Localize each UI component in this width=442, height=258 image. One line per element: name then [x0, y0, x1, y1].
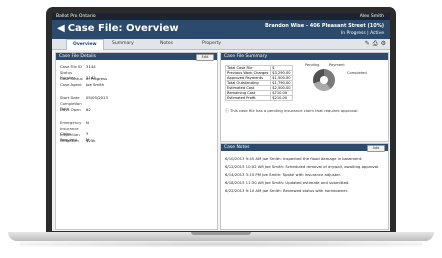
- edit-icon[interactable]: ✎: [365, 40, 370, 47]
- case-details-panel: Case File Details Edit Case File ID 3144 …: [55, 52, 218, 230]
- laptop-notch: [191, 232, 251, 235]
- table-row: Approved Payments $1,500.00: [224, 75, 293, 81]
- case-notes-panel: Case Notes Add 6/10/2013 9:45 AM Joe Smi…: [220, 143, 389, 230]
- back-arrow-icon[interactable]: ◀: [57, 23, 65, 34]
- tab-summary[interactable]: Summary: [112, 41, 134, 49]
- tab-toolbar: ✎ ⎙ ⚙: [362, 40, 386, 48]
- laptop-base: [8, 232, 434, 241]
- case-notes-header: Case Notes Add: [221, 144, 388, 152]
- legend-payment: Payment: [329, 63, 345, 67]
- app-screen: Ballot Pro Ontario Alex Smith ◀ Case File…: [52, 13, 390, 231]
- settings-icon[interactable]: ⚙: [381, 40, 386, 47]
- notes-list: 6/10/2013 9:45 AM Joe Smith: Inspected t…: [225, 155, 379, 195]
- case-details-header: Case File Details Edit: [56, 53, 217, 61]
- laptop-shadow: [20, 241, 422, 247]
- donut-center: [320, 76, 328, 84]
- tab-notes[interactable]: Notes: [160, 41, 173, 49]
- page-title: ◀ Case File: Overview: [57, 23, 179, 34]
- info-icon: ⓘ: [225, 108, 229, 113]
- field-row: Days Open 62: [60, 107, 91, 112]
- add-note-button[interactable]: Add: [367, 145, 385, 152]
- legend-completed: Completed: [347, 71, 367, 75]
- list-item: 6/12/2013 10:02 AM Joe Smith: Scheduled …: [225, 164, 380, 169]
- legend-pending: Pending: [305, 63, 320, 67]
- print-icon[interactable]: ⎙: [373, 40, 378, 47]
- list-item: 6/14/2013 3:15 PM Joe Smith: Spoke with …: [225, 172, 341, 177]
- status-badge: In Progress | Active: [340, 31, 384, 36]
- case-summary-panel: Case File Summary Total Case File $ Previ…: [220, 52, 389, 142]
- edit-details-button[interactable]: Edit: [196, 54, 214, 61]
- top-bar: Ballot Pro Ontario Alex Smith: [52, 13, 390, 20]
- summary-table: Total Case File $ Previous Work Charges $3…: [224, 65, 293, 101]
- laptop-bezel: Ballot Pro Ontario Alex Smith ◀ Case File…: [46, 7, 396, 233]
- tab-bar: Overview Summary Notes Property ✎ ⎙ ⚙: [52, 39, 390, 50]
- field-row: Case Status In Progress: [60, 76, 107, 81]
- field-row: Case Agent Joe Smith: [60, 82, 105, 87]
- table-row: Previous Work Charges $3,290.00: [224, 70, 293, 76]
- page-header: ◀ Case File: Overview Brandon Wise - 406 …: [52, 20, 390, 39]
- brand-name: Ballot Pro Ontario: [56, 14, 96, 19]
- user-menu[interactable]: Alex Smith: [360, 14, 384, 19]
- list-item: 6/18/2013 11:30 AM Joe Smith: Updated es…: [225, 180, 350, 185]
- list-item: 6/22/2013 9:10 AM Joe Smith: Reviewed st…: [225, 188, 349, 193]
- case-address: Brandon Wise - 406 Pleasant Street (10%): [265, 23, 384, 29]
- field-row: Start Date 05/05/2013: [60, 95, 108, 100]
- list-item: 6/10/2013 9:45 AM Joe Smith: Inspected t…: [225, 156, 363, 161]
- case-summary-header: Case File Summary: [221, 53, 388, 60]
- summary-note: ⓘ This case file has a pending insurance…: [225, 108, 359, 113]
- flag-row: Mitigation $25k: [60, 138, 96, 143]
- tab-overview[interactable]: Overview: [66, 39, 104, 50]
- table-row: Estimated Profit $210.00: [224, 95, 293, 101]
- field-row: Case File ID 3144: [60, 64, 96, 69]
- tab-property[interactable]: Property: [202, 41, 221, 49]
- flag-row: Emergency N: [60, 120, 89, 125]
